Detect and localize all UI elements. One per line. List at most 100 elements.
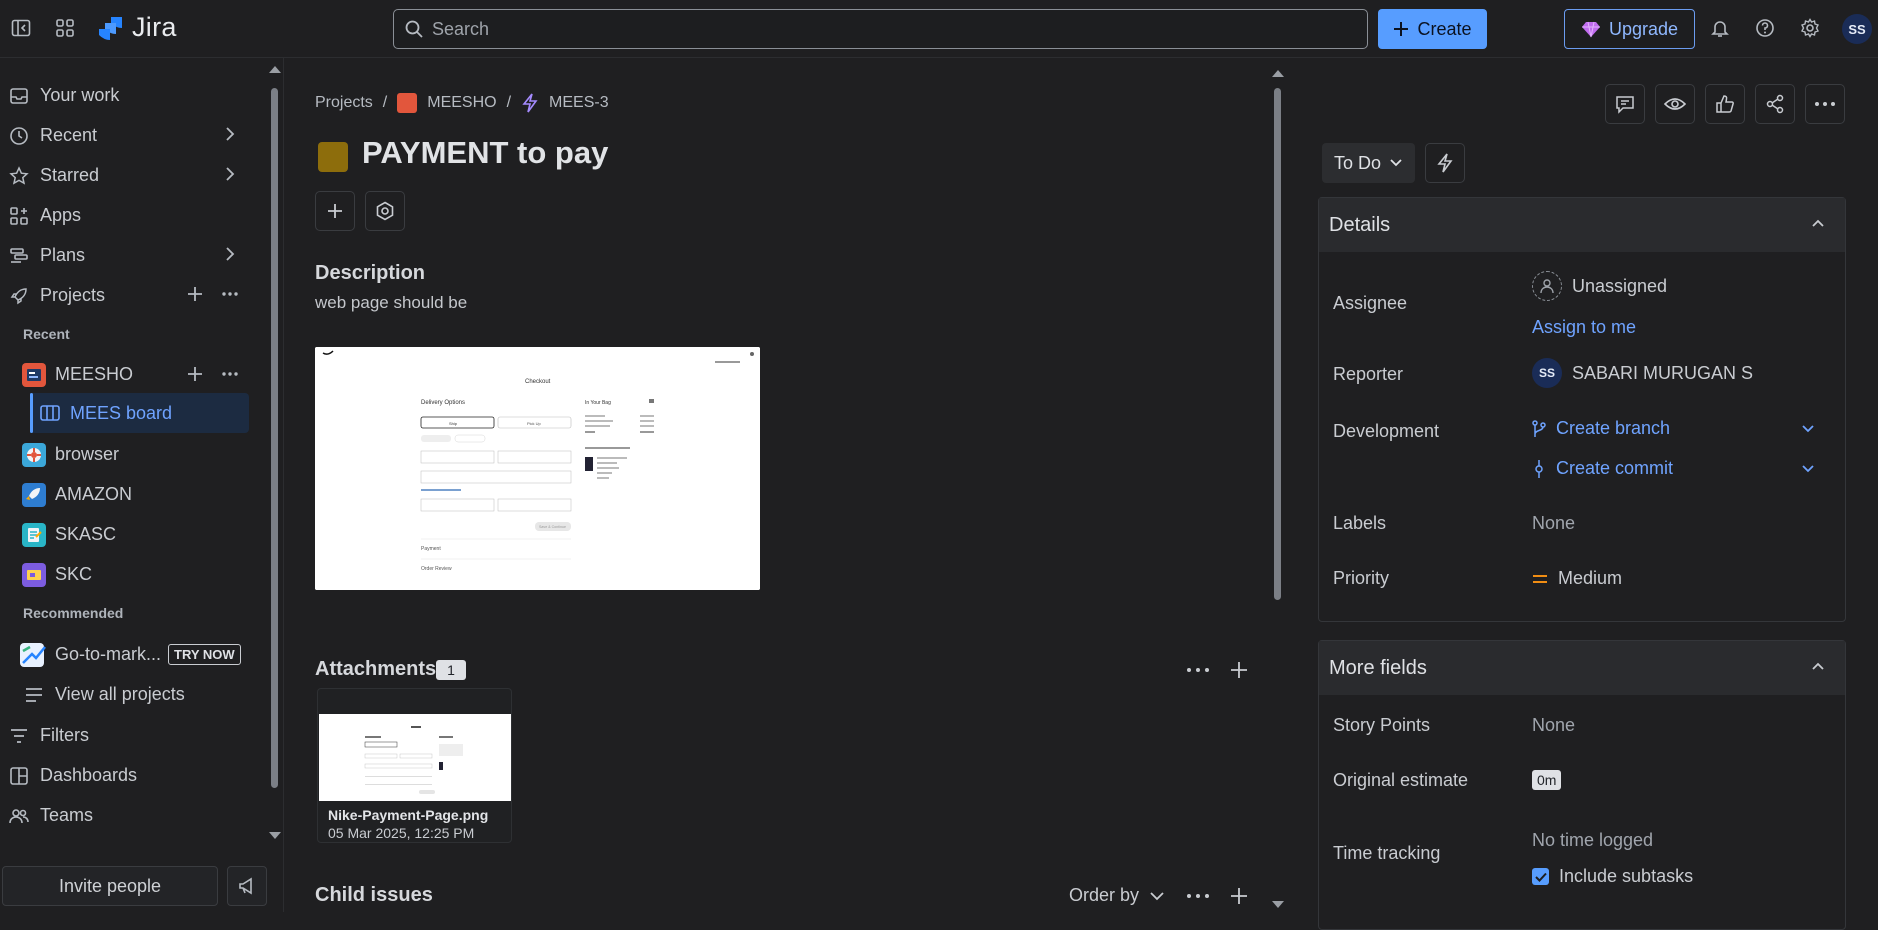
include-subtasks-checkbox[interactable]: Include subtasks xyxy=(1532,866,1693,887)
automation-button[interactable] xyxy=(1425,143,1465,183)
details-panel-header[interactable]: Details xyxy=(1319,198,1845,252)
issue-title[interactable]: PAYMENT to pay xyxy=(362,135,608,171)
sidebar-item-dashboards[interactable]: Dashboards xyxy=(0,756,250,794)
assign-to-me-link[interactable]: Assign to me xyxy=(1532,317,1636,338)
checkbox-checked-icon xyxy=(1532,868,1549,885)
sidebar-item-label: Recent xyxy=(40,124,98,145)
project-item-skc[interactable]: SKC xyxy=(0,555,250,593)
sidebar-item-starred[interactable]: Starred xyxy=(0,156,250,194)
project-label: Go-to-mark... xyxy=(55,643,162,664)
status-dropdown[interactable]: To Do xyxy=(1322,143,1415,183)
scroll-down-arrow-icon[interactable] xyxy=(268,831,282,841)
description-text[interactable]: web page should be xyxy=(315,293,467,313)
breadcrumb-issue-key[interactable]: MEES-3 xyxy=(549,94,609,112)
help-icon[interactable] xyxy=(1750,13,1780,43)
settings-gear-icon[interactable] xyxy=(1795,13,1825,43)
create-commit-link[interactable]: Create commit xyxy=(1532,458,1832,479)
more-options-icon[interactable] xyxy=(220,285,240,303)
sidebar-item-recent[interactable]: Recent xyxy=(0,116,250,154)
time-tracking-value[interactable]: No time logged xyxy=(1532,830,1653,851)
chevron-down-icon[interactable] xyxy=(1801,464,1815,474)
priority-field[interactable]: Medium xyxy=(1532,568,1622,589)
add-plus-icon[interactable] xyxy=(186,365,204,383)
project-item-meesho[interactable]: MEESHO xyxy=(0,355,250,393)
reporter-value: SABARI MURUGAN S xyxy=(1572,362,1754,383)
reporter-field[interactable]: SS SABARI MURUGAN S xyxy=(1532,358,1753,388)
user-avatar[interactable]: SS xyxy=(1842,14,1872,44)
assignee-value: Unassigned xyxy=(1572,275,1668,296)
original-estimate-field[interactable]: 0m xyxy=(1532,770,1562,790)
main-scroll-thumb[interactable] xyxy=(1274,88,1281,600)
unassigned-avatar-icon xyxy=(1532,271,1562,301)
story-points-value[interactable]: None xyxy=(1532,715,1575,736)
labels-value[interactable]: None xyxy=(1532,513,1575,534)
apps-hexagon-button[interactable] xyxy=(365,191,405,231)
chevron-down-icon[interactable] xyxy=(1801,424,1815,434)
plans-icon xyxy=(8,245,30,267)
search-icon xyxy=(404,19,424,39)
jira-logo[interactable]: Jira xyxy=(98,12,177,43)
sidebar-item-projects[interactable]: Projects xyxy=(0,276,250,314)
upgrade-button[interactable]: Upgrade xyxy=(1564,9,1695,49)
notifications-bell-icon[interactable] xyxy=(1705,13,1735,43)
chevron-up-icon[interactable] xyxy=(1811,661,1825,671)
create-button[interactable]: Create xyxy=(1378,9,1487,49)
share-button[interactable] xyxy=(1755,84,1795,124)
add-project-plus-icon[interactable] xyxy=(186,285,204,303)
add-button[interactable] xyxy=(315,191,355,231)
recommended-item-go-to-market[interactable]: Go-to-mark... TRY NOW xyxy=(0,635,250,673)
more-actions-button[interactable] xyxy=(1805,84,1845,124)
feedback-comment-button[interactable] xyxy=(1605,84,1645,124)
assignee-field[interactable]: Unassigned xyxy=(1532,271,1667,301)
project-item-browser[interactable]: browser xyxy=(0,435,250,473)
chevron-right-icon[interactable] xyxy=(222,126,238,142)
share-icon xyxy=(1765,94,1785,114)
sidebar-item-filters[interactable]: Filters xyxy=(0,716,250,754)
more-fields-header[interactable]: More fields xyxy=(1319,641,1845,695)
star-icon xyxy=(8,165,30,187)
scroll-up-arrow-icon[interactable] xyxy=(1271,68,1285,78)
view-all-projects-link[interactable]: View all projects xyxy=(0,675,250,713)
create-label: Create xyxy=(1417,18,1472,39)
sidebar-toggle-icon[interactable] xyxy=(6,13,36,43)
watch-button[interactable] xyxy=(1655,84,1695,124)
breadcrumb-projects[interactable]: Projects xyxy=(315,94,373,112)
feedback-button[interactable] xyxy=(227,866,267,906)
project-item-mees-board[interactable]: MEES board xyxy=(30,393,249,433)
project-item-skasc[interactable]: SKASC xyxy=(0,515,250,553)
search-input[interactable]: Search xyxy=(393,9,1368,49)
add-child-issue-plus-icon[interactable] xyxy=(1229,886,1249,906)
sidebar-scroll-thumb[interactable] xyxy=(271,88,278,788)
plus-icon xyxy=(326,202,344,220)
project-label: AMAZON xyxy=(55,483,133,504)
chevron-right-icon[interactable] xyxy=(222,246,238,262)
try-now-badge[interactable]: TRY NOW xyxy=(168,644,241,665)
sidebar-item-apps[interactable]: Apps xyxy=(0,196,250,234)
sidebar-divider xyxy=(283,58,284,912)
chevron-up-icon[interactable] xyxy=(1811,218,1825,228)
create-branch-link[interactable]: Create branch xyxy=(1532,418,1832,439)
more-options-icon[interactable] xyxy=(220,365,240,383)
order-by-dropdown[interactable]: Order by xyxy=(1069,885,1165,906)
breadcrumb-project[interactable]: MEESHO xyxy=(427,94,496,112)
attachments-count-badge: 1 xyxy=(436,660,466,680)
amazon-project-icon xyxy=(22,483,46,507)
like-button[interactable] xyxy=(1705,84,1745,124)
sidebar-item-your-work[interactable]: Your work xyxy=(0,76,250,114)
project-item-amazon[interactable]: AMAZON xyxy=(0,475,250,513)
invite-people-button[interactable]: Invite people xyxy=(2,866,218,906)
embedded-checkout-screenshot[interactable]: Checkout Delivery Options Ship Pick Up S… xyxy=(315,347,760,590)
add-attachment-plus-icon[interactable] xyxy=(1229,660,1249,680)
attachments-more-icon[interactable] xyxy=(1186,666,1210,674)
sidebar-item-plans[interactable]: Plans xyxy=(0,236,250,274)
time-tracking-label: Time tracking xyxy=(1333,843,1441,863)
reporter-label: Reporter xyxy=(1333,364,1404,384)
attachment-card[interactable]: Nike-Payment-Page.png 05 Mar 2025, 12:25… xyxy=(317,688,512,843)
scroll-up-arrow-icon[interactable] xyxy=(268,64,282,74)
scroll-down-arrow-icon[interactable] xyxy=(1271,900,1285,910)
chevron-right-icon[interactable] xyxy=(222,166,238,182)
sidebar-item-teams[interactable]: Teams xyxy=(0,796,250,834)
preview-pickup-option: Pick Up xyxy=(527,421,542,426)
child-issues-more-icon[interactable] xyxy=(1186,892,1210,900)
app-switcher-icon[interactable] xyxy=(50,13,80,43)
